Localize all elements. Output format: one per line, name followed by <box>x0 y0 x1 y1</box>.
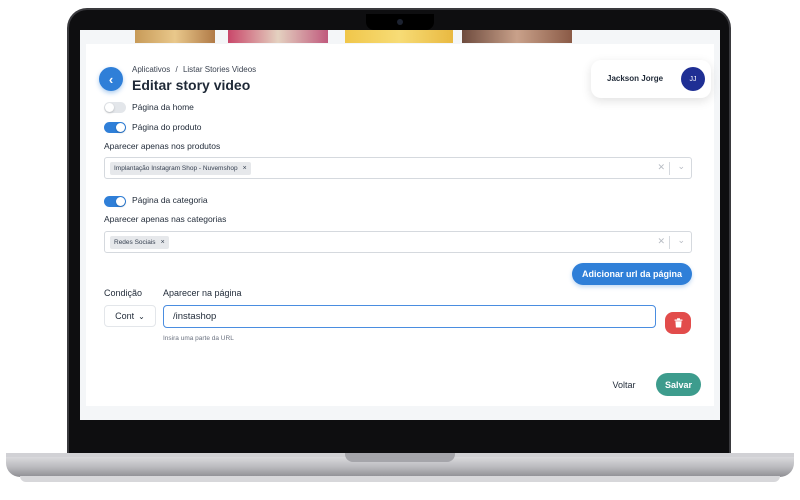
app-screen: ‹ Aplicativos / Listar Stories Videos Ed… <box>80 30 720 420</box>
breadcrumb-root[interactable]: Aplicativos <box>132 65 170 74</box>
remove-chip-icon[interactable]: × <box>243 165 247 172</box>
back-action-button[interactable]: Voltar <box>604 374 644 396</box>
story-thumbnails <box>80 30 720 44</box>
page-url-label: Aparecer na página <box>163 288 242 298</box>
breadcrumb-current[interactable]: Listar Stories Videos <box>183 65 256 74</box>
back-button[interactable]: ‹ <box>99 67 123 91</box>
user-name: Jackson Jorge <box>607 74 664 83</box>
clear-icon[interactable]: ✕ <box>657 236 665 247</box>
user-card[interactable]: Jackson Jorge JJ <box>591 60 711 98</box>
selected-category-chip: Redes Sociais × <box>110 236 169 249</box>
story-thumbnail <box>462 30 572 43</box>
chevron-down-icon[interactable]: ⌄ <box>677 235 685 246</box>
select-divider <box>669 162 670 175</box>
add-page-url-button[interactable]: Adicionar url da página <box>572 263 692 285</box>
page-url-input[interactable] <box>163 305 656 328</box>
camera-icon <box>397 19 403 25</box>
delete-url-button[interactable] <box>665 312 691 334</box>
product-page-label: Página do produto <box>132 122 202 132</box>
categories-multiselect[interactable]: Redes Sociais × ✕ ⌄ <box>104 231 692 253</box>
chevron-left-icon: ‹ <box>108 71 114 87</box>
select-divider <box>669 236 670 249</box>
home-page-label: Página da home <box>132 102 194 112</box>
chip-label: Redes Sociais <box>114 239 156 246</box>
condition-select[interactable]: Cont ⌄ <box>104 305 156 327</box>
page-title: Editar story video <box>132 77 251 93</box>
trash-icon <box>674 318 682 328</box>
products-multiselect[interactable]: Implantação Instagram Shop - Nuvemshop ×… <box>104 157 692 179</box>
remove-chip-icon[interactable]: × <box>161 239 165 246</box>
story-thumbnail <box>345 30 453 43</box>
condition-label: Condição <box>104 288 143 298</box>
save-button[interactable]: Salvar <box>656 373 701 396</box>
clear-icon[interactable]: ✕ <box>657 162 665 173</box>
toggle-knob <box>105 103 114 112</box>
story-thumbnail <box>135 30 215 43</box>
toggle-knob <box>116 123 125 132</box>
edit-form-card: ‹ Aplicativos / Listar Stories Videos Ed… <box>86 44 714 406</box>
breadcrumb: Aplicativos / Listar Stories Videos <box>132 65 256 74</box>
page-url-help: Insira uma parte da URL <box>163 335 234 342</box>
category-page-label: Página da categoria <box>132 195 208 205</box>
chevron-down-icon[interactable]: ⌄ <box>677 161 685 172</box>
breadcrumb-separator: / <box>175 65 178 74</box>
story-thumbnail <box>228 30 328 43</box>
laptop-opening-notch <box>345 453 455 462</box>
chevron-down-icon: ⌄ <box>138 311 145 321</box>
selected-product-chip: Implantação Instagram Shop - Nuvemshop × <box>110 162 251 175</box>
toggle-knob <box>116 197 125 206</box>
categories-filter-label: Aparecer apenas nas categorias <box>104 214 227 224</box>
laptop-base-shadow <box>20 476 780 482</box>
toggle-home-page[interactable] <box>104 102 126 113</box>
chip-label: Implantação Instagram Shop - Nuvemshop <box>114 165 238 172</box>
condition-value: Cont <box>115 311 135 321</box>
toggle-category-page[interactable] <box>104 196 126 207</box>
avatar: JJ <box>681 67 705 91</box>
products-filter-label: Aparecer apenas nos produtos <box>104 141 221 151</box>
toggle-product-page[interactable] <box>104 122 126 133</box>
